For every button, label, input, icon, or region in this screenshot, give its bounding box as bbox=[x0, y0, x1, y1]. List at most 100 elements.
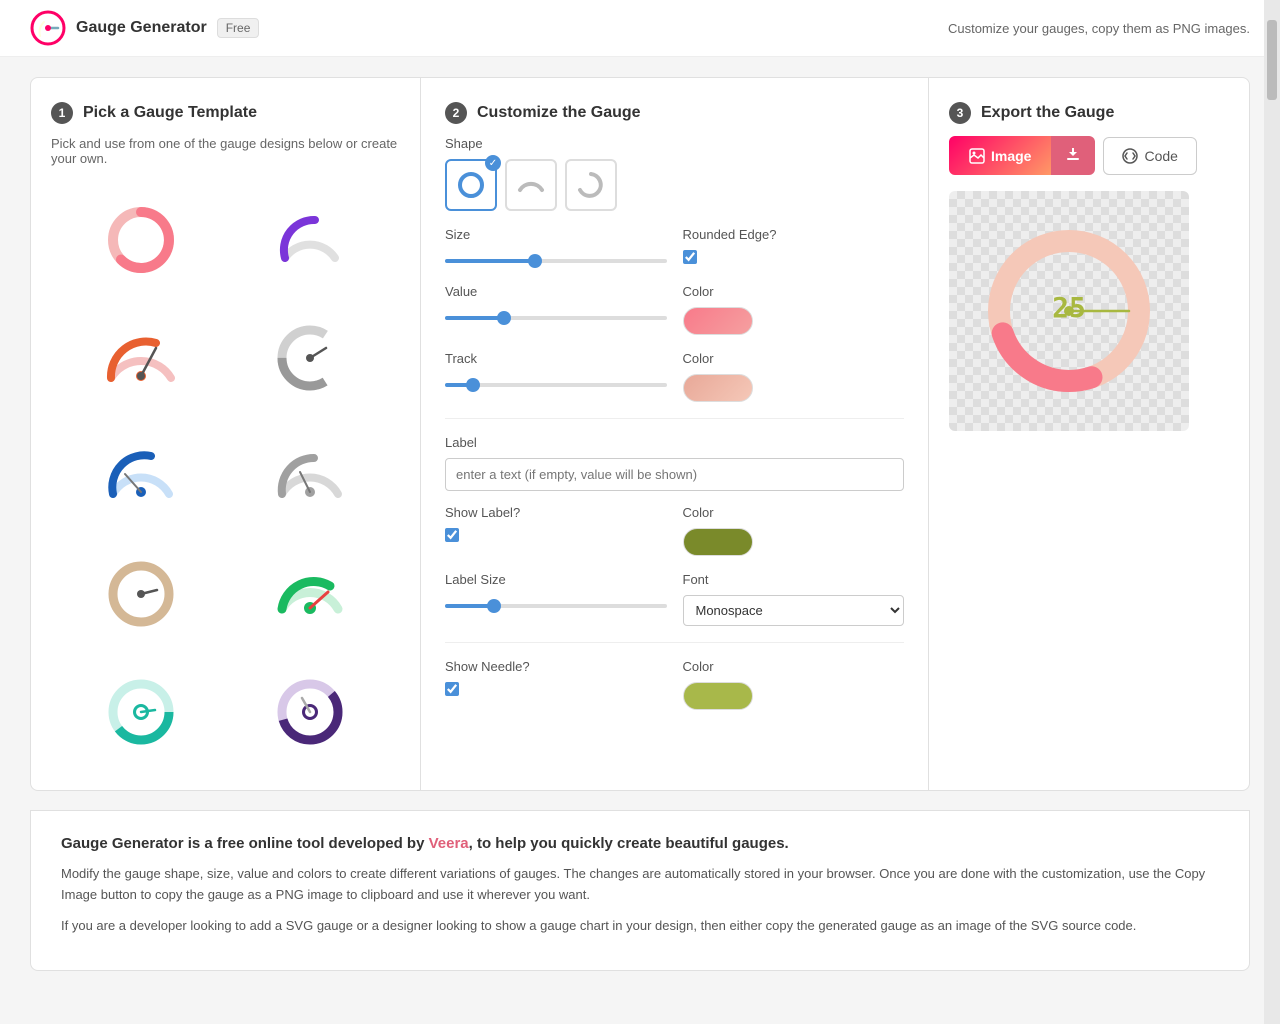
footer-title-suffix: , to help you quickly create beautiful g… bbox=[469, 835, 789, 852]
show-label-label: Show Label? bbox=[445, 505, 667, 520]
image-download-group: Image bbox=[949, 136, 1095, 175]
main-container: 1 Pick a Gauge Template Pick and use fro… bbox=[30, 77, 1250, 791]
section1-title: Pick a Gauge Template bbox=[83, 104, 257, 122]
track-color-row: Track Color bbox=[445, 351, 904, 402]
section1-header: 1 Pick a Gauge Template bbox=[51, 102, 400, 124]
section2-number: 2 bbox=[445, 102, 467, 124]
show-needle-checkbox-row bbox=[445, 682, 667, 696]
footer-para1: Modify the gauge shape, size, value and … bbox=[61, 864, 1219, 906]
header-left: Gauge Generator Free bbox=[30, 10, 259, 46]
templates-grid bbox=[51, 186, 400, 766]
code-button-label: Code bbox=[1144, 148, 1177, 164]
label-color-swatch[interactable] bbox=[683, 528, 753, 556]
show-needle-label: Show Needle? bbox=[445, 659, 667, 674]
rounded-edge-label: Rounded Edge? bbox=[683, 227, 905, 242]
template-9[interactable] bbox=[61, 658, 221, 766]
shape-three-quarter[interactable] bbox=[565, 159, 617, 211]
size-label: Size bbox=[445, 227, 667, 242]
label-size-slider[interactable] bbox=[445, 604, 667, 608]
app-logo bbox=[30, 10, 66, 46]
rounded-edge-control: Rounded Edge? bbox=[683, 227, 905, 268]
track-slider[interactable] bbox=[445, 383, 667, 387]
app-header: Gauge Generator Free Customize your gaug… bbox=[0, 0, 1280, 57]
section1-desc: Pick and use from one of the gauge desig… bbox=[51, 136, 400, 166]
track-label: Track bbox=[445, 351, 667, 366]
footer-title-prefix: Gauge Generator is a free online tool de… bbox=[61, 835, 429, 852]
show-label-control: Show Label? bbox=[445, 505, 667, 546]
rounded-edge-checkbox-row bbox=[683, 250, 905, 264]
scrollbar[interactable] bbox=[1264, 0, 1280, 1024]
label-section-label: Label bbox=[445, 435, 904, 450]
shape-full-circle[interactable]: ✓ bbox=[445, 159, 497, 211]
image-button[interactable]: Image bbox=[949, 136, 1051, 175]
label-color-label: Color bbox=[683, 505, 905, 520]
font-label: Font bbox=[683, 572, 905, 587]
footer-title: Gauge Generator is a free online tool de… bbox=[61, 835, 1219, 852]
footer-section: Gauge Generator is a free online tool de… bbox=[30, 810, 1250, 971]
value-slider[interactable] bbox=[445, 316, 667, 320]
value-color-label: Color bbox=[683, 284, 905, 299]
shape-label: Shape bbox=[445, 136, 904, 151]
template-7[interactable] bbox=[61, 540, 221, 648]
template-4[interactable] bbox=[231, 304, 391, 412]
section2-header: 2 Customize the Gauge bbox=[445, 102, 904, 124]
show-label-color-row: Show Label? Color bbox=[445, 505, 904, 556]
show-needle-checkbox[interactable] bbox=[445, 682, 459, 696]
section3-number: 3 bbox=[949, 102, 971, 124]
needle-color-control: Color bbox=[683, 659, 905, 710]
needle-color-row: Show Needle? Color bbox=[445, 659, 904, 710]
free-badge: Free bbox=[217, 18, 260, 38]
code-button[interactable]: Code bbox=[1103, 137, 1196, 175]
section3-title: Export the Gauge bbox=[981, 104, 1114, 122]
template-5[interactable] bbox=[61, 422, 221, 530]
footer-para2: If you are a developer looking to add a … bbox=[61, 916, 1219, 937]
image-button-label: Image bbox=[991, 148, 1031, 164]
show-needle-control: Show Needle? bbox=[445, 659, 667, 700]
track-color-control: Color bbox=[683, 351, 905, 402]
section-export: 3 Export the Gauge Image bbox=[929, 78, 1249, 790]
preview-svg: 25 bbox=[969, 211, 1169, 411]
template-1[interactable] bbox=[61, 186, 221, 294]
value-control: Value bbox=[445, 284, 667, 323]
divider-2 bbox=[445, 642, 904, 643]
section-pick-template: 1 Pick a Gauge Template Pick and use fro… bbox=[31, 78, 421, 790]
shape-section: Shape ✓ bbox=[445, 136, 904, 211]
scrollbar-thumb[interactable] bbox=[1267, 20, 1277, 100]
rounded-edge-checkbox[interactable] bbox=[683, 250, 697, 264]
size-rounded-row: Size Rounded Edge? bbox=[445, 227, 904, 268]
value-color-swatch[interactable] bbox=[683, 307, 753, 335]
section2-title: Customize the Gauge bbox=[477, 104, 641, 122]
show-label-checkbox[interactable] bbox=[445, 528, 459, 542]
template-6[interactable] bbox=[231, 422, 391, 530]
template-3[interactable] bbox=[61, 304, 221, 412]
download-button[interactable] bbox=[1051, 136, 1095, 175]
label-size-label: Label Size bbox=[445, 572, 667, 587]
track-color-label: Color bbox=[683, 351, 905, 366]
template-8[interactable] bbox=[231, 540, 391, 648]
shape-options: ✓ bbox=[445, 159, 904, 211]
shape-half-circle[interactable] bbox=[505, 159, 557, 211]
size-control: Size bbox=[445, 227, 667, 266]
label-color-control: Color bbox=[683, 505, 905, 556]
shape-check-icon: ✓ bbox=[485, 155, 501, 171]
app-title: Gauge Generator bbox=[76, 19, 207, 37]
value-color-row: Value Color bbox=[445, 284, 904, 335]
track-color-swatch[interactable] bbox=[683, 374, 753, 402]
template-2[interactable] bbox=[231, 186, 391, 294]
label-input[interactable] bbox=[445, 458, 904, 491]
label-section: Label bbox=[445, 435, 904, 491]
section3-header: 3 Export the Gauge bbox=[949, 102, 1229, 124]
template-10[interactable] bbox=[231, 658, 391, 766]
label-size-font-row: Label Size Font Monospace Sans-serif Ser… bbox=[445, 572, 904, 626]
footer-link[interactable]: Veera bbox=[429, 835, 469, 852]
section-customize: 2 Customize the Gauge Shape ✓ bbox=[421, 78, 929, 790]
size-slider[interactable] bbox=[445, 259, 667, 263]
value-color-control: Color bbox=[683, 284, 905, 335]
needle-color-swatch[interactable] bbox=[683, 682, 753, 710]
value-label: Value bbox=[445, 284, 667, 299]
label-size-control: Label Size bbox=[445, 572, 667, 611]
show-label-checkbox-row bbox=[445, 528, 667, 542]
section1-number: 1 bbox=[51, 102, 73, 124]
font-select[interactable]: Monospace Sans-serif Serif bbox=[683, 595, 905, 626]
export-buttons-row: Image Code bbox=[949, 136, 1229, 175]
